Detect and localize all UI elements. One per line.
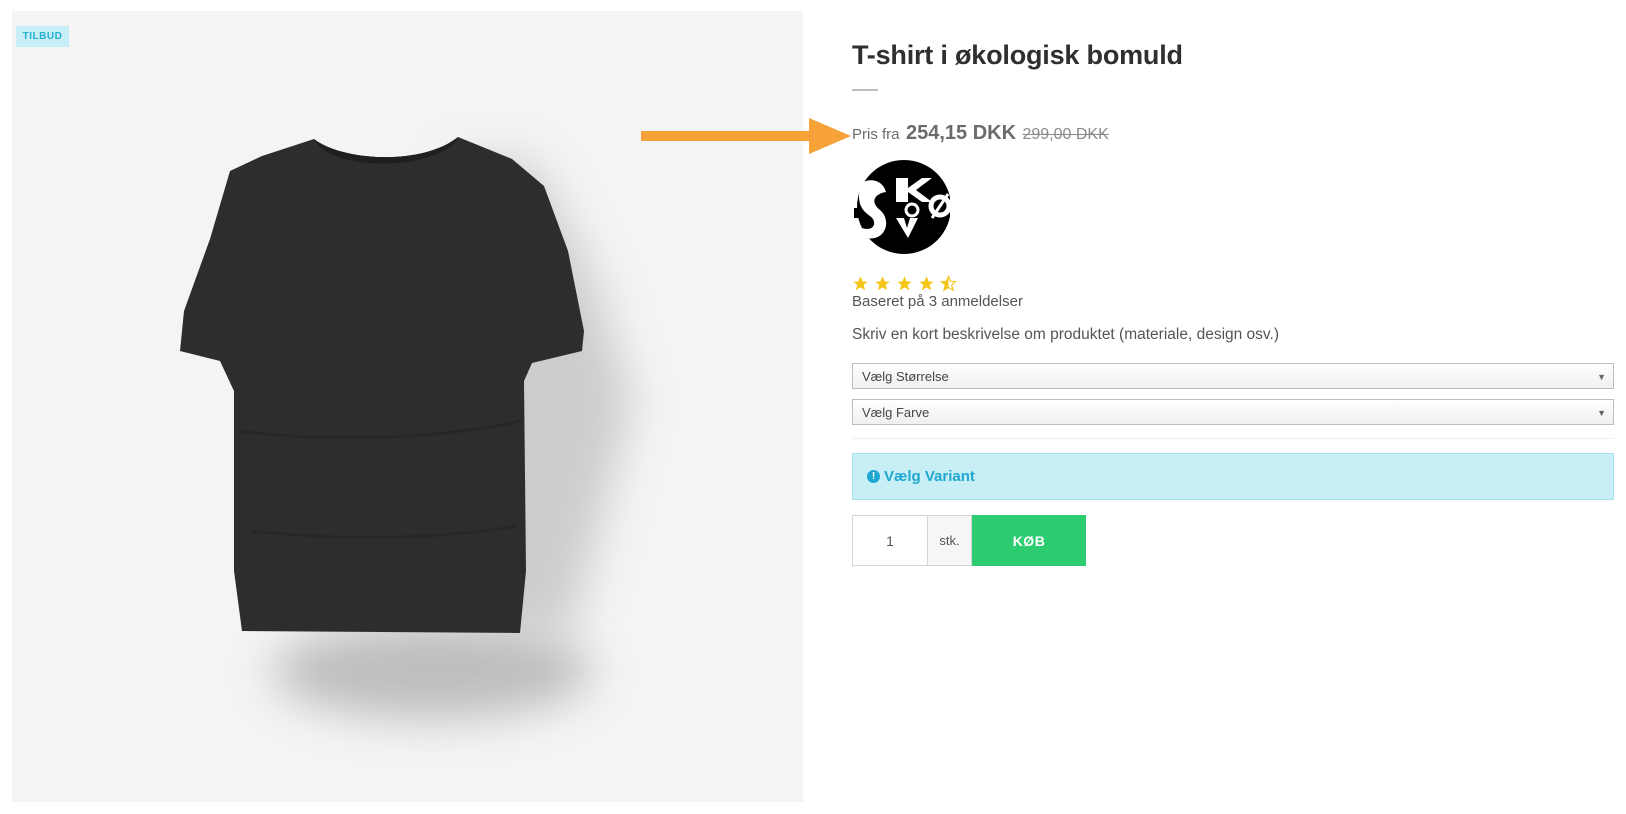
- short-description: Skriv en kort beskrivelse om produktet (…: [852, 326, 1279, 343]
- price-prefix: Pris fra: [852, 126, 900, 143]
- star-full-icon: [853, 276, 868, 291]
- variant-alert: ! Vælg Variant: [852, 453, 1614, 500]
- quantity-input[interactable]: [852, 515, 927, 566]
- star-full-icon: [875, 276, 890, 291]
- star-full-icon: [897, 276, 912, 291]
- title-divider: [852, 89, 878, 91]
- alert-text: Vælg Variant: [884, 468, 975, 485]
- color-select-value: Vælg Farve: [862, 404, 930, 420]
- arrow-right-icon: [641, 118, 851, 154]
- price-row: Pris fra 254,15 DKK 299,00 DKK: [852, 122, 1109, 145]
- quantity-unit: stk.: [927, 515, 972, 566]
- brand-logo: [854, 160, 950, 254]
- star-half-icon: [940, 275, 957, 292]
- purchase-row: stk. KØB: [852, 515, 1086, 566]
- product-title: T-shirt i økologisk bomuld: [852, 40, 1183, 70]
- chevron-down-icon: ▼: [1597, 372, 1606, 382]
- star-full-icon: [919, 276, 934, 291]
- color-select[interactable]: Vælg Farve ▼: [852, 399, 1614, 425]
- current-price: 254,15 DKK: [905, 122, 1017, 144]
- divider: [852, 438, 1614, 439]
- reviews-count[interactable]: Baseret på 3 anmeldelser: [852, 293, 1023, 310]
- rating-stars: [852, 275, 957, 293]
- original-price: 299,00 DKK: [1022, 126, 1109, 143]
- buy-button[interactable]: KØB: [972, 515, 1086, 566]
- exclamation-circle-icon: !: [867, 470, 880, 483]
- chevron-down-icon: ▼: [1597, 408, 1606, 418]
- size-select-value: Vælg Størrelse: [862, 368, 949, 384]
- sale-badge: TILBUD: [16, 26, 69, 47]
- size-select[interactable]: Vælg Størrelse ▼: [852, 363, 1614, 389]
